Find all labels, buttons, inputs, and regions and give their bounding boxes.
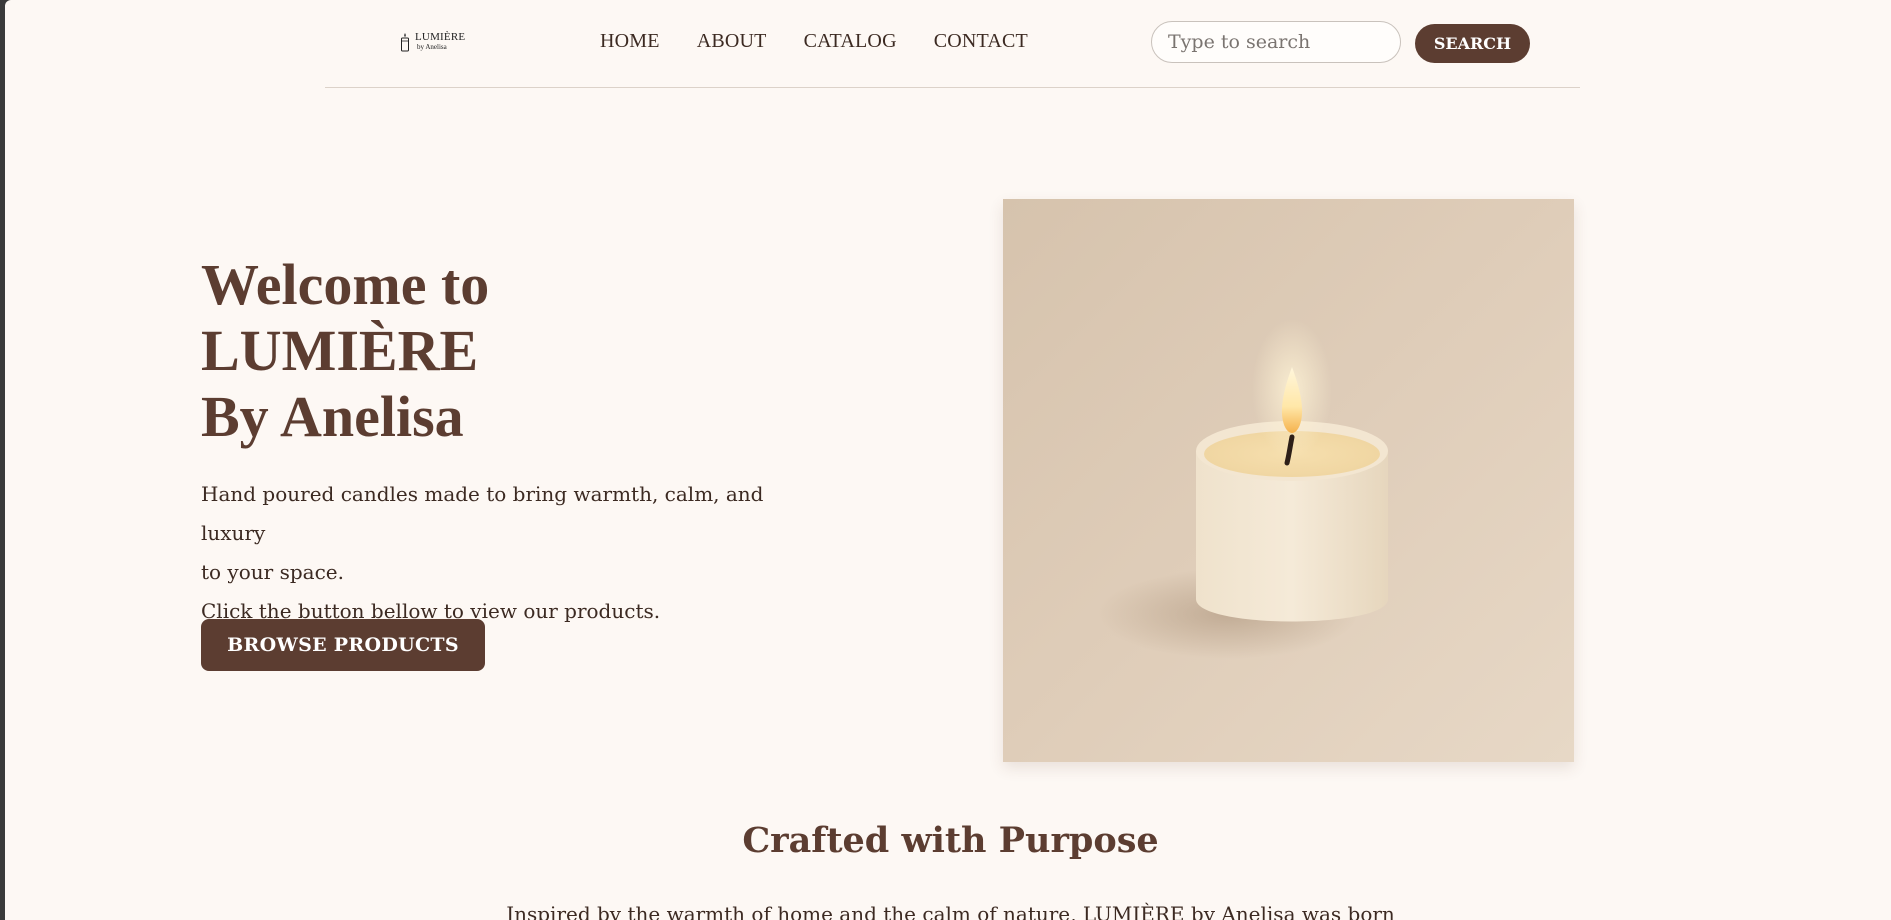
nav-link-about[interactable]: ABOUT <box>697 30 767 53</box>
nav-link-catalog[interactable]: CATALOG <box>804 30 897 53</box>
hero-description-line-2: to your space. <box>201 560 344 584</box>
browser-viewport: LUMIÈRE by Anelisa HOME ABOUT CATALOG CO… <box>5 0 1891 920</box>
search-input[interactable] <box>1151 21 1401 63</box>
nav-links: HOME ABOUT CATALOG CONTACT <box>600 30 1028 53</box>
navbar: LUMIÈRE by Anelisa HOME ABOUT CATALOG CO… <box>325 0 1580 88</box>
logo-text: LUMIÈRE by Anelisa <box>415 32 465 51</box>
hero-description-line-1: Hand poured candles made to bring warmth… <box>201 482 764 545</box>
browse-products-button[interactable]: BROWSE PRODUCTS <box>201 619 485 671</box>
candle-image <box>1003 199 1574 762</box>
search-button[interactable]: SEARCH <box>1415 24 1530 63</box>
logo[interactable]: LUMIÈRE by Anelisa <box>401 30 479 56</box>
candle-jar-icon <box>401 33 409 52</box>
nav-link-home[interactable]: HOME <box>600 30 660 53</box>
hero-description: Hand poured candles made to bring warmth… <box>201 475 821 631</box>
section-description: Inspired by the warmth of home and the c… <box>506 902 1395 920</box>
nav-link-contact[interactable]: CONTACT <box>934 30 1028 53</box>
logo-title: LUMIÈRE <box>415 31 466 43</box>
hero-title-line-1: Welcome to <box>201 252 490 317</box>
hero-title-line-3: By Anelisa <box>201 384 464 449</box>
logo-subtitle: by Anelisa <box>417 43 447 51</box>
hero-title-line-2: LUMIÈRE <box>201 318 479 383</box>
section-title: Crafted with Purpose <box>742 820 1159 861</box>
hero-title: Welcome to LUMIÈRE By Anelisa <box>201 252 489 450</box>
